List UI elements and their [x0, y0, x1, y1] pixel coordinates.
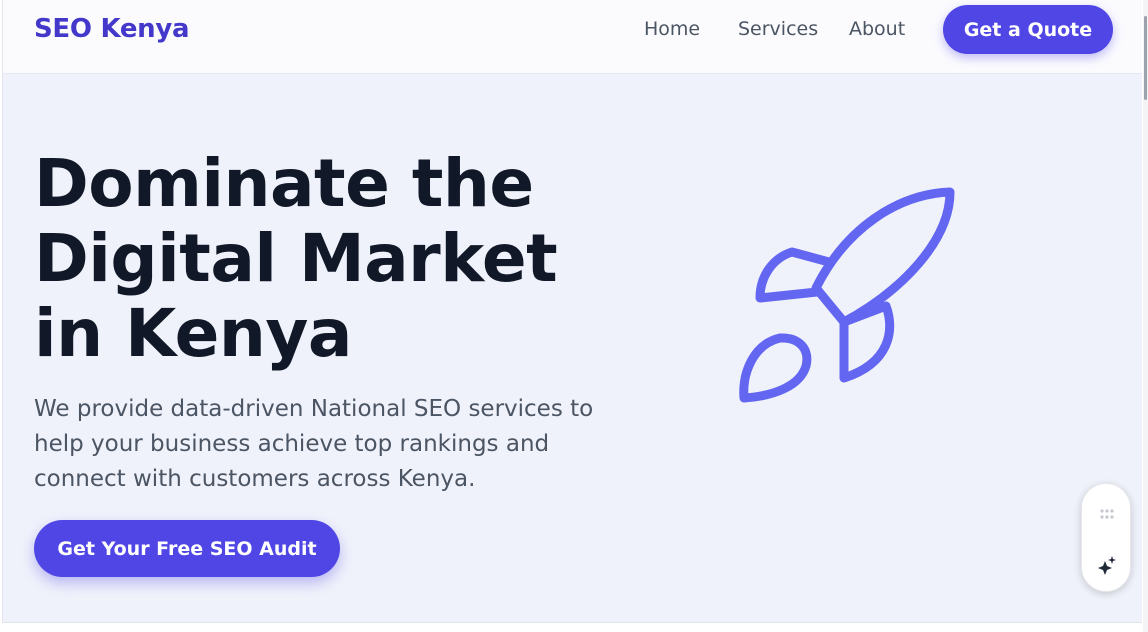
rocket-icon	[739, 187, 955, 403]
site-header: SEO Kenya Home Services About Get a Quot…	[3, 0, 1142, 74]
hero-description: We provide data-driven National SEO serv…	[34, 396, 594, 492]
drag-handle-icon[interactable]	[1099, 508, 1115, 520]
scrollbar-thumb[interactable]	[1144, 16, 1147, 100]
free-seo-audit-button[interactable]: Get Your Free SEO Audit	[34, 520, 340, 577]
nav-link-about[interactable]: About	[849, 18, 905, 40]
get-quote-button[interactable]: Get a Quote	[943, 5, 1113, 54]
hero-title-line: Dominate the	[34, 145, 534, 222]
hero-title: Dominate the Digital Market in Kenya	[34, 146, 654, 371]
hero-title-line: in Kenya	[34, 295, 352, 372]
nav-link-services[interactable]: Services	[738, 18, 818, 40]
floating-widget	[1081, 483, 1131, 592]
page-scrollbar[interactable]	[1143, 0, 1148, 632]
sparkle-icon[interactable]	[1096, 555, 1118, 577]
page: SEO Kenya Home Services About Get a Quot…	[2, 0, 1142, 623]
hero-title-line: Digital Market	[34, 220, 558, 297]
nav-link-home[interactable]: Home	[644, 18, 700, 40]
brand-logo[interactable]: SEO Kenya	[34, 14, 190, 44]
